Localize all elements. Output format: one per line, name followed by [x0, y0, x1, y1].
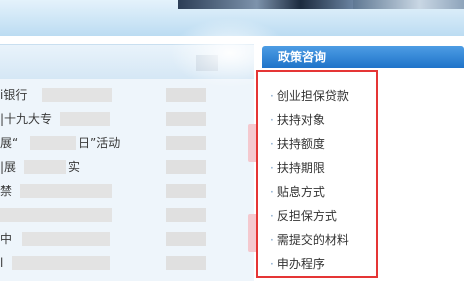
- blurred-text: [60, 112, 110, 126]
- policy-item[interactable]: · 扶持期限: [270, 160, 380, 184]
- blurred-text: [22, 232, 110, 246]
- bullet-icon: ·: [270, 89, 274, 103]
- news-title[interactable]: |十九大专: [0, 111, 52, 127]
- policy-item[interactable]: · 需提交的材料: [270, 232, 380, 256]
- news-item[interactable]: 禁: [0, 179, 254, 203]
- policy-item-label[interactable]: 扶持对象: [277, 113, 325, 127]
- blurred-date: [166, 112, 206, 126]
- blurred-date: [166, 256, 206, 270]
- news-title[interactable]: 禁: [0, 183, 12, 199]
- policy-panel-header: 政策咨询: [262, 46, 464, 68]
- policy-list: · 创业担保贷款 · 扶持对象 · 扶持额度 · 扶持期限 · 贴息方式 · 反担保方式 ·…: [270, 88, 380, 280]
- policy-item[interactable]: · 扶持额度: [270, 136, 380, 160]
- bullet-icon: ·: [270, 185, 274, 199]
- news-item[interactable]: 展“ 日”活动: [0, 131, 254, 155]
- policy-item[interactable]: · 创业担保贷款: [270, 88, 380, 112]
- blurred-text: [24, 160, 66, 174]
- blurred-text: [30, 136, 76, 150]
- blurred-date: [166, 232, 206, 246]
- blurred-date: [166, 88, 206, 102]
- policy-item[interactable]: · 申办程序: [270, 256, 380, 280]
- blurred-date: [166, 136, 206, 150]
- policy-item[interactable]: · 扶持对象: [270, 112, 380, 136]
- policy-item-label[interactable]: 扶持额度: [277, 137, 325, 151]
- policy-item[interactable]: · 反担保方式: [270, 208, 380, 232]
- blurred-date: [166, 184, 206, 198]
- news-title[interactable]: l: [0, 255, 3, 271]
- bullet-icon: ·: [270, 257, 274, 271]
- policy-item-label[interactable]: 反担保方式: [277, 209, 337, 223]
- policy-item-label[interactable]: 贴息方式: [277, 185, 325, 199]
- policy-item-label[interactable]: 创业担保贷款: [277, 89, 349, 103]
- policy-item-label[interactable]: 扶持期限: [277, 161, 325, 175]
- news-item[interactable]: l: [0, 251, 254, 275]
- policy-item[interactable]: · 贴息方式: [270, 184, 380, 208]
- news-title-tail[interactable]: 日”活动: [78, 135, 120, 151]
- blurred-text: [0, 208, 112, 222]
- policy-item-label[interactable]: 申办程序: [277, 257, 325, 271]
- bullet-icon: ·: [270, 137, 274, 151]
- banner-photo: [178, 0, 353, 9]
- policy-panel-title: 政策咨询: [278, 50, 327, 64]
- blurred-date: [166, 160, 206, 174]
- bullet-icon: ·: [270, 113, 274, 127]
- news-title-tail[interactable]: 实: [68, 159, 80, 175]
- blurred-text: [20, 184, 112, 198]
- news-item[interactable]: |展 实: [0, 155, 254, 179]
- bullet-icon: ·: [270, 233, 274, 247]
- news-title[interactable]: 展“: [0, 135, 18, 151]
- news-title[interactable]: |展: [0, 159, 16, 175]
- news-list: i银行 |十九大专 展“ 日”活动 |展 实 禁 中 l: [0, 83, 254, 275]
- news-title[interactable]: i银行: [0, 87, 27, 103]
- blurred-date: [166, 208, 206, 222]
- policy-item-label[interactable]: 需提交的材料: [277, 233, 349, 247]
- bullet-icon: ·: [270, 161, 274, 175]
- news-item[interactable]: |十九大专: [0, 107, 254, 131]
- news-item[interactable]: [0, 203, 254, 227]
- blurred-text: [42, 88, 112, 102]
- banner-photo: [353, 0, 464, 9]
- blurred-text: [12, 256, 110, 270]
- news-item[interactable]: 中: [0, 227, 254, 251]
- bullet-icon: ·: [270, 209, 274, 223]
- news-title[interactable]: 中: [0, 231, 12, 247]
